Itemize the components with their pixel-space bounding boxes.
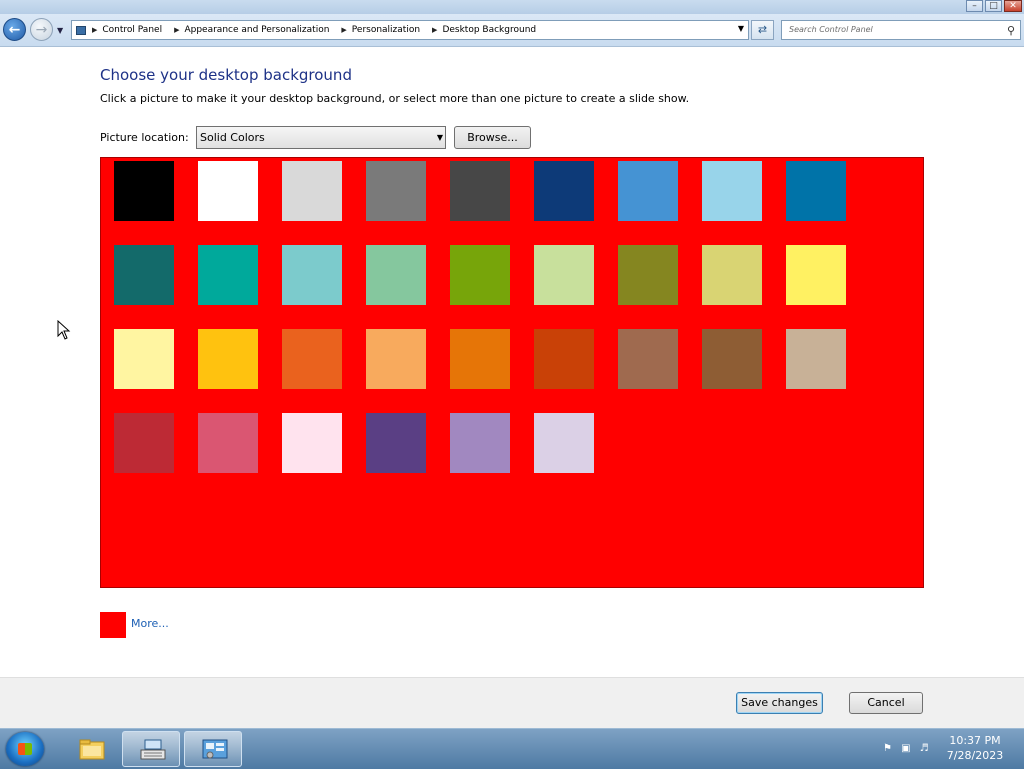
back-button[interactable]: ← [3,18,26,41]
color-swatch[interactable] [618,161,678,221]
arrow-left-icon: ← [8,21,21,38]
color-swatch[interactable] [366,329,426,389]
navigation-bar: ← → ▼ ▶ Control Panel ▶ Appearance and P… [0,14,1024,47]
title-bar: – □ ✕ [0,0,1024,14]
volume-icon[interactable]: ♬ [920,743,929,754]
control-panel-icon [76,25,86,35]
forward-button[interactable]: → [30,18,53,41]
search-icon[interactable]: ⚲ [1007,22,1015,40]
taskbar-keyboard-button[interactable] [122,731,180,767]
breadcrumb-chevron-icon[interactable]: ▶ [92,26,97,34]
breadcrumb-appearance[interactable]: Appearance and Personalization [184,25,329,35]
picture-location-value: Solid Colors [200,131,265,144]
search-placeholder: Search Control Panel [789,25,873,34]
color-swatch[interactable] [618,329,678,389]
color-swatch[interactable] [282,413,342,473]
arrow-right-icon: → [35,21,48,38]
color-swatch[interactable] [114,329,174,389]
action-center-icon[interactable]: ⚑ [883,743,892,754]
system-tray: ⚑ ▣ ♬ [883,743,929,754]
address-dropdown-icon[interactable]: ▼ [738,24,744,33]
color-swatch[interactable] [786,245,846,305]
color-swatch[interactable] [534,161,594,221]
color-swatch[interactable] [198,413,258,473]
recent-pages-dropdown[interactable]: ▼ [57,26,63,35]
breadcrumb-control-panel[interactable]: Control Panel [102,25,162,35]
refresh-button[interactable]: ⇄ [751,20,774,40]
color-swatch[interactable] [114,161,174,221]
color-swatch[interactable] [366,161,426,221]
more-color-swatch[interactable] [100,612,126,638]
breadcrumb-personalization[interactable]: Personalization [352,25,420,35]
control-panel-icon [202,739,228,759]
color-swatch[interactable] [702,245,762,305]
color-swatch[interactable] [450,413,510,473]
clock[interactable]: 10:37 PM 7/28/2023 [930,733,1020,763]
windows-logo-icon [18,743,32,755]
color-swatch[interactable] [618,245,678,305]
color-swatch[interactable] [282,161,342,221]
color-swatch[interactable] [534,329,594,389]
color-swatch[interactable] [450,161,510,221]
address-bar[interactable]: ▶ Control Panel ▶ Appearance and Persona… [71,20,749,40]
refresh-icon: ⇄ [757,23,768,36]
color-gallery [100,157,924,588]
search-input[interactable]: Search Control Panel ⚲ [781,20,1021,40]
page-subtitle: Click a picture to make it your desktop … [100,92,690,105]
breadcrumb-chevron-icon[interactable]: ▶ [432,26,437,34]
clock-date: 7/28/2023 [946,749,1004,762]
folder-icon [79,739,105,760]
browse-button[interactable]: Browse... [454,126,531,149]
mouse-pointer-icon [57,320,71,340]
maximize-button[interactable]: □ [985,0,1002,12]
save-changes-button[interactable]: Save changes [736,692,823,714]
color-swatch[interactable] [534,413,594,473]
picture-location-label: Picture location: [100,131,189,144]
taskbar-explorer-button[interactable] [62,731,120,767]
color-swatch[interactable] [366,245,426,305]
breadcrumb-chevron-icon[interactable]: ▶ [341,26,346,34]
color-swatch[interactable] [534,245,594,305]
cancel-button[interactable]: Cancel [849,692,923,714]
color-swatch[interactable] [282,329,342,389]
color-swatch[interactable] [198,329,258,389]
taskbar-control-panel-button[interactable] [184,731,242,767]
color-swatch[interactable] [702,161,762,221]
keyboard-icon [140,739,166,760]
color-swatch[interactable] [786,329,846,389]
color-swatch[interactable] [702,329,762,389]
color-swatch[interactable] [786,161,846,221]
color-swatch[interactable] [450,329,510,389]
breadcrumb-chevron-icon[interactable]: ▶ [174,26,179,34]
close-button[interactable]: ✕ [1004,0,1022,12]
network-icon[interactable]: ▣ [901,743,910,754]
picture-location-select[interactable]: Solid Colors ▼ [196,126,446,149]
start-button[interactable] [6,732,44,766]
breadcrumb-desktop-background[interactable]: Desktop Background [442,25,536,35]
page-title: Choose your desktop background [100,66,352,84]
color-swatch[interactable] [114,245,174,305]
color-swatch[interactable] [282,245,342,305]
color-swatch[interactable] [450,245,510,305]
color-swatch[interactable] [198,161,258,221]
more-colors-link[interactable]: More... [131,617,169,630]
color-swatch[interactable] [366,413,426,473]
color-swatch[interactable] [198,245,258,305]
chevron-down-icon: ▼ [436,133,443,142]
clock-time: 10:37 PM [949,734,1001,747]
minimize-button[interactable]: – [966,0,983,12]
color-swatch[interactable] [114,413,174,473]
